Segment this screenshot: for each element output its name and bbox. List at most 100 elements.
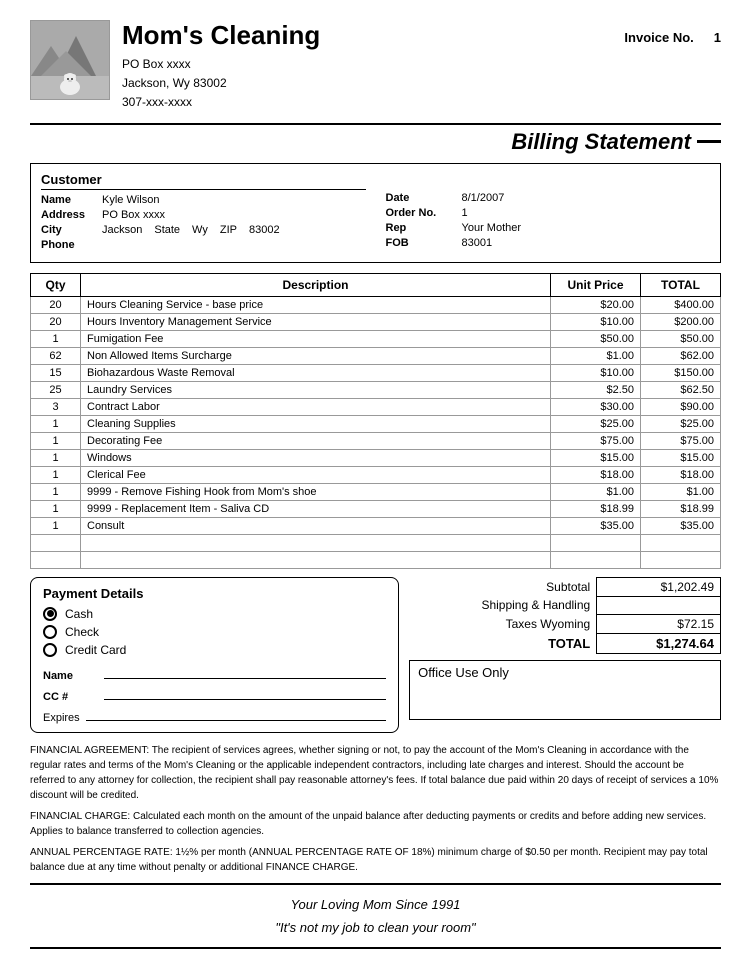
table-row: 15 Biohazardous Waste Removal $10.00 $15… — [31, 364, 721, 381]
state-value: Wy — [192, 224, 208, 236]
row-qty: 1 — [31, 415, 81, 432]
customer-section: Customer Name Kyle Wilson Address PO Box… — [30, 163, 721, 263]
row-desc: Fumigation Fee — [81, 330, 551, 347]
row-unit-price: $1.00 — [551, 483, 641, 500]
row-desc: Contract Labor — [81, 398, 551, 415]
cc-number-input[interactable] — [104, 686, 386, 700]
row-total: $75.00 — [641, 432, 721, 449]
name-label: Name — [41, 194, 96, 206]
row-unit-price: $18.99 — [551, 500, 641, 517]
footer: Your Loving Mom Since 1991 "It's not my … — [30, 883, 721, 950]
table-row: 1 Decorating Fee $75.00 $75.00 — [31, 432, 721, 449]
row-qty: 1 — [31, 432, 81, 449]
customer-header: Customer — [41, 172, 366, 190]
payment-option-check[interactable]: Check — [43, 625, 386, 639]
creditcard-radio[interactable] — [43, 643, 57, 657]
row-qty: 1 — [31, 466, 81, 483]
grand-total-row: TOTAL $1,274.64 — [409, 633, 720, 653]
row-unit-price: $30.00 — [551, 398, 641, 415]
check-radio[interactable] — [43, 625, 57, 639]
row-total: $90.00 — [641, 398, 721, 415]
row-qty: 62 — [31, 347, 81, 364]
state-label: State — [154, 224, 180, 236]
shipping-row: Shipping & Handling — [409, 596, 720, 614]
city-state-zip: Jackson State Wy ZIP 83002 — [102, 224, 366, 236]
footer-line2: "It's not my job to clean your room" — [30, 916, 721, 939]
row-unit-price: $10.00 — [551, 364, 641, 381]
row-qty: 1 — [31, 449, 81, 466]
row-desc: Clerical Fee — [81, 466, 551, 483]
subtotal-row: Subtotal $1,202.49 — [409, 577, 720, 596]
shipping-value — [597, 596, 721, 614]
name-cc-area: Name CC # Expires — [43, 665, 386, 724]
rep-value: Your Mother — [462, 222, 711, 234]
row-qty: 1 — [31, 500, 81, 517]
customer-address-row: Address PO Box xxxx — [41, 209, 366, 221]
row-total: $200.00 — [641, 313, 721, 330]
cc-number-row: CC # — [43, 686, 386, 703]
company-name: Mom's Cleaning — [122, 20, 320, 51]
row-desc: Laundry Services — [81, 381, 551, 398]
financial-charge: FINANCIAL CHARGE: Calculated each month … — [30, 809, 721, 839]
payment-header: Payment Details — [43, 586, 386, 601]
creditcard-label: Credit Card — [65, 643, 126, 657]
order-row: Order No. 1 — [386, 207, 711, 219]
row-desc: 9999 - Remove Fishing Hook from Mom's sh… — [81, 483, 551, 500]
customer-city-row: City Jackson State Wy ZIP 83002 — [41, 224, 366, 236]
company-logo — [30, 20, 110, 100]
payment-option-cash[interactable]: Cash — [43, 607, 386, 621]
row-unit-price: $10.00 — [551, 313, 641, 330]
company-info: Mom's Cleaning PO Box xxxx Jackson, Wy 8… — [122, 20, 320, 113]
desc-header: Description — [81, 273, 551, 296]
expires-row: Expires — [43, 707, 386, 724]
row-desc: Hours Cleaning Service - base price — [81, 296, 551, 313]
company-address2: Jackson, Wy 83002 — [122, 74, 320, 93]
total-header: TOTAL — [641, 273, 721, 296]
city-value: Jackson — [102, 224, 142, 236]
rep-label: Rep — [386, 222, 456, 234]
cc-name-input[interactable] — [104, 665, 386, 679]
billing-statement-title: Billing Statement — [511, 129, 697, 155]
page-header: Mom's Cleaning PO Box xxxx Jackson, Wy 8… — [30, 20, 721, 113]
table-row: 1 9999 - Remove Fishing Hook from Mom's … — [31, 483, 721, 500]
taxes-label: Taxes Wyoming — [409, 614, 597, 633]
cash-radio[interactable] — [43, 607, 57, 621]
row-unit-price: $35.00 — [551, 517, 641, 534]
row-desc: Non Allowed Items Surcharge — [81, 347, 551, 364]
rep-row: Rep Your Mother — [386, 222, 711, 234]
items-table: Qty Description Unit Price TOTAL 20 Hour… — [30, 273, 721, 569]
row-unit-price: $75.00 — [551, 432, 641, 449]
row-unit-price: $15.00 — [551, 449, 641, 466]
table-row: 62 Non Allowed Items Surcharge $1.00 $62… — [31, 347, 721, 364]
phone-label: Phone — [41, 239, 96, 251]
fine-print: FINANCIAL AGREEMENT: The recipient of se… — [30, 743, 721, 875]
table-row: 1 Cleaning Supplies $25.00 $25.00 — [31, 415, 721, 432]
table-row: 20 Hours Inventory Management Service $1… — [31, 313, 721, 330]
customer-info: Customer Name Kyle Wilson Address PO Box… — [41, 172, 366, 254]
row-qty: 20 — [31, 296, 81, 313]
customer-address-value: PO Box xxxx — [102, 209, 366, 221]
company-address1: PO Box xxxx — [122, 55, 320, 74]
row-total: $400.00 — [641, 296, 721, 313]
qty-header: Qty — [31, 273, 81, 296]
fob-value: 83001 — [462, 237, 711, 249]
table-row: 3 Contract Labor $30.00 $90.00 — [31, 398, 721, 415]
payment-option-creditcard[interactable]: Credit Card — [43, 643, 386, 657]
table-row: 25 Laundry Services $2.50 $62.50 — [31, 381, 721, 398]
billing-title-line — [697, 140, 721, 143]
expires-input[interactable] — [86, 707, 386, 721]
cash-label: Cash — [65, 607, 93, 621]
expires-label: Expires — [43, 712, 80, 724]
table-row: 1 Consult $35.00 $35.00 — [31, 517, 721, 534]
row-qty: 20 — [31, 313, 81, 330]
office-use-label: Office Use Only — [418, 665, 509, 680]
row-desc: Cleaning Supplies — [81, 415, 551, 432]
company-phone: 307-xxx-xxxx — [122, 93, 320, 112]
row-desc: Decorating Fee — [81, 432, 551, 449]
row-qty: 1 — [31, 483, 81, 500]
total-label: TOTAL — [409, 633, 597, 653]
total-value: $1,274.64 — [597, 633, 721, 653]
unit-price-header: Unit Price — [551, 273, 641, 296]
invoice-number-section: Invoice No. 1 — [624, 30, 721, 45]
customer-name-row: Name Kyle Wilson — [41, 194, 366, 206]
